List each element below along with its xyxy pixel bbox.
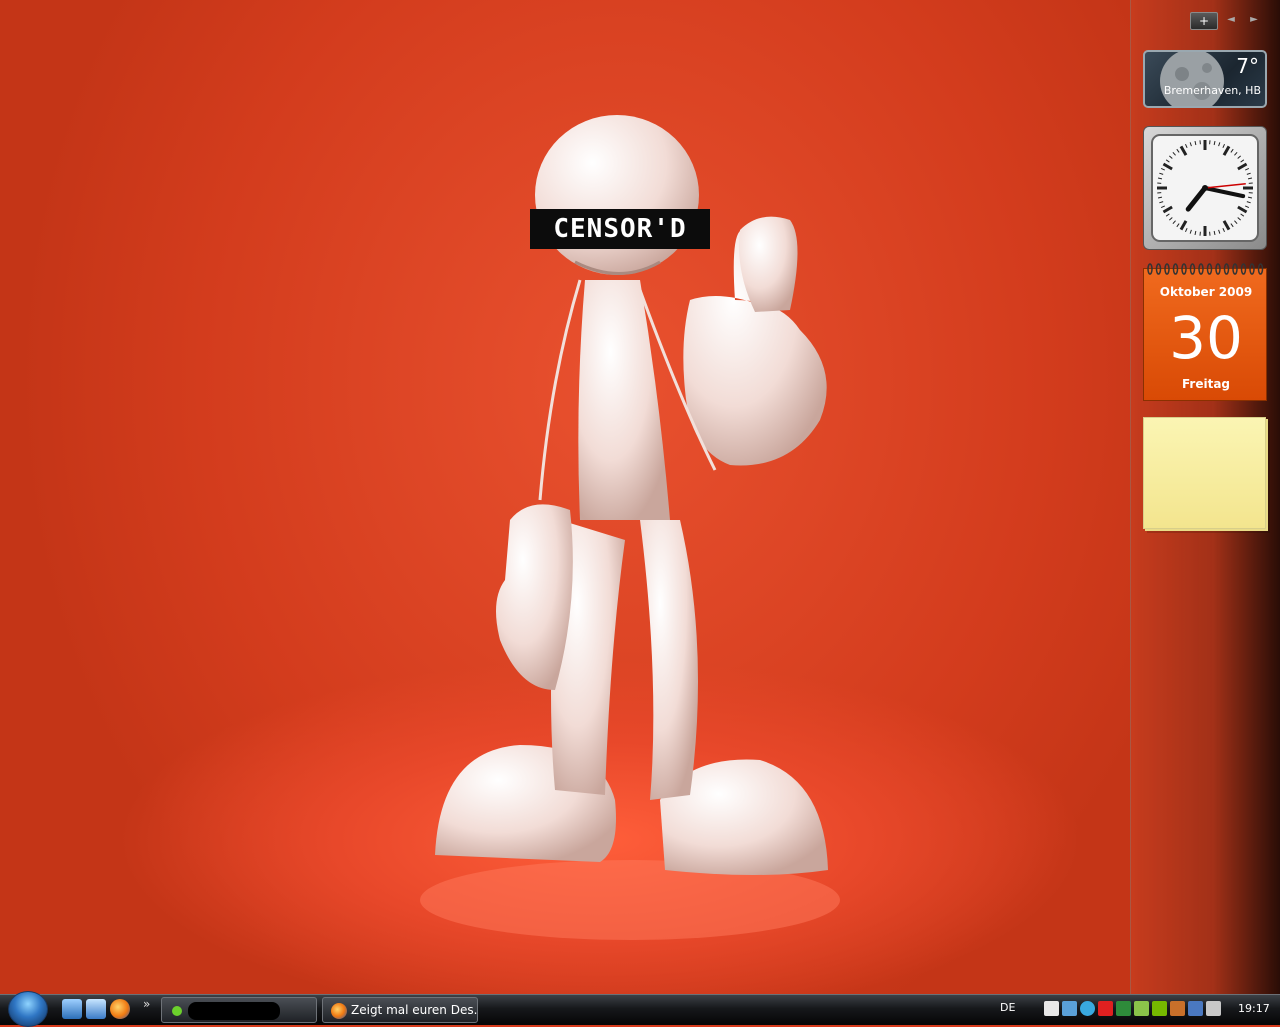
calendar-ring — [1250, 264, 1254, 274]
taskbar-item-firefox[interactable]: Zeigt mal euren Des... — [322, 997, 478, 1023]
terminal-icon[interactable] — [1116, 1001, 1131, 1016]
add-gadget-button[interactable]: + — [1190, 12, 1218, 30]
nvidia-icon[interactable] — [1152, 1001, 1167, 1016]
taskbar-item-label: Zeigt mal euren Des... — [351, 1003, 478, 1017]
calendar-ring — [1225, 264, 1229, 274]
switch-windows-icon[interactable] — [86, 999, 106, 1019]
calendar-ring — [1216, 264, 1220, 274]
calendar-ring — [1233, 264, 1237, 274]
vga-icon[interactable] — [1134, 1001, 1149, 1016]
firefox-icon — [331, 1003, 347, 1019]
show-desktop-icon[interactable] — [62, 999, 82, 1019]
clock-gadget[interactable] — [1143, 126, 1267, 250]
calendar-ring — [1242, 264, 1246, 274]
start-button[interactable] — [8, 991, 48, 1027]
clock-time[interactable]: 19:17 — [1238, 1002, 1270, 1015]
calendar-ring — [1182, 264, 1186, 274]
monitor-icon[interactable] — [1062, 1001, 1077, 1016]
notes-gadget[interactable] — [1143, 417, 1266, 529]
connection-icon[interactable] — [1188, 1001, 1203, 1016]
redaction-blob — [188, 1002, 280, 1020]
calendar-month: Oktober 2009 — [1144, 285, 1268, 299]
calendar-ring — [1199, 264, 1203, 274]
calendar-weekday: Freitag — [1144, 377, 1268, 391]
calendar-ring — [1208, 264, 1212, 274]
taskbar-item-redacted[interactable] — [161, 997, 317, 1023]
calendar-rings — [1144, 263, 1268, 275]
system-tray — [1044, 1001, 1221, 1016]
next-page-button[interactable]: ► — [1244, 12, 1264, 28]
network-icon[interactable] — [1044, 1001, 1059, 1016]
weather-location: Bremerhaven, HB — [1164, 84, 1261, 97]
calendar-gadget[interactable]: Oktober 2009 30 Freitag — [1143, 268, 1267, 401]
calendar-ring — [1174, 264, 1178, 274]
calendar-day: 30 — [1144, 305, 1268, 371]
speaker-app-icon[interactable] — [1170, 1001, 1185, 1016]
volume-icon[interactable] — [1206, 1001, 1221, 1016]
antivir-icon[interactable] — [1098, 1001, 1113, 1016]
quick-launch-chevron[interactable]: » — [143, 997, 150, 1011]
calendar-ring — [1157, 264, 1161, 274]
wallpaper-figure — [0, 0, 1130, 994]
weather-gadget[interactable]: 7° Bremerhaven, HB — [1143, 50, 1267, 108]
desktop[interactable]: CENSOR'D — [0, 0, 1130, 994]
firefox-icon[interactable] — [110, 999, 130, 1019]
taskbar: » Zeigt mal euren Des... DE 19:17 — [0, 994, 1280, 1025]
language-indicator[interactable]: DE — [1000, 1001, 1015, 1014]
calendar-ring — [1165, 264, 1169, 274]
app-icon — [172, 1006, 182, 1016]
sidebar-controls: + ◄ ► — [1190, 12, 1266, 30]
moon-icon — [1147, 50, 1247, 108]
previous-page-button[interactable]: ◄ — [1221, 12, 1241, 28]
calendar-ring — [1259, 264, 1263, 274]
quick-launch — [62, 999, 130, 1019]
skype-icon[interactable] — [1080, 1001, 1095, 1016]
weather-temperature: 7° — [1236, 54, 1259, 78]
calendar-ring — [1148, 264, 1152, 274]
censor-bar: CENSOR'D — [530, 209, 710, 249]
calendar-ring — [1191, 264, 1195, 274]
clock-face — [1144, 127, 1266, 249]
